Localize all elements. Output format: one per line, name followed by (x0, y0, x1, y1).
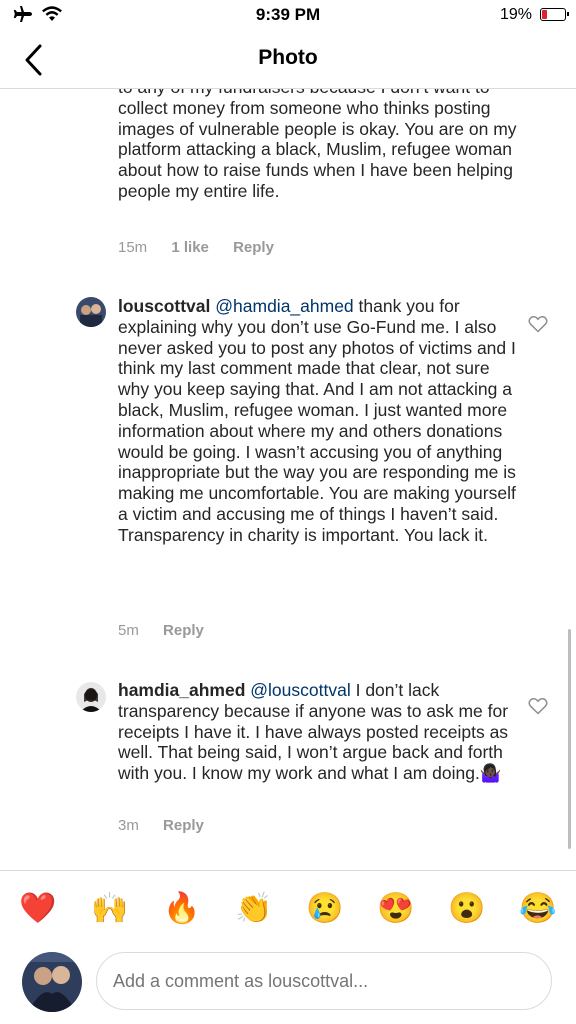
avatar[interactable] (76, 297, 106, 327)
scrollbar[interactable] (568, 629, 571, 849)
emoji-reaction-bar: ❤️ 🙌 🔥 👏 😢 😍 😮 😂 (0, 870, 576, 949)
comment-body: thank you for explaining why you don’t u… (118, 296, 516, 545)
comment-username[interactable]: louscottval (118, 296, 210, 316)
comment-time: 3m (118, 817, 139, 834)
comment-text: hamdia_ahmed @louscottval I don’t lack t… (118, 680, 518, 784)
reply-button[interactable]: Reply (233, 239, 274, 256)
emoji-surprised[interactable]: 😮 (448, 891, 485, 927)
comment-username[interactable]: hamdia_ahmed (118, 680, 245, 700)
status-bar: 9:39 PM 19% (0, 0, 576, 32)
emoji-clapping[interactable]: 👏 (235, 891, 272, 927)
emoji-crying[interactable]: 😢 (306, 891, 343, 927)
emoji-fire[interactable]: 🔥 (163, 891, 200, 927)
comment-text: to any of my fundraisers because I don’t… (118, 89, 518, 202)
user-avatar (22, 952, 82, 1012)
comment-meta: 3m Reply (118, 817, 224, 834)
page-title: Photo (258, 46, 318, 69)
heart-outline-icon[interactable] (528, 315, 548, 333)
status-time: 9:39 PM (255, 5, 321, 24)
comment-mention[interactable]: @hamdia_ahmed (215, 296, 353, 316)
comment-input[interactable] (96, 952, 552, 1010)
reply-button[interactable]: Reply (163, 622, 204, 639)
emoji-laughing[interactable]: 😂 (519, 891, 556, 927)
comment-text: louscottval @hamdia_ahmed thank you for … (118, 296, 518, 546)
emoji-heart-eyes[interactable]: 😍 (377, 891, 414, 927)
comment-meta: 15m 1 like Reply (118, 239, 294, 256)
avatar[interactable] (76, 682, 106, 712)
heart-outline-icon[interactable] (528, 697, 548, 715)
emoji-heart[interactable]: ❤️ (19, 891, 56, 927)
comment-composer (0, 948, 576, 1024)
comment-time: 5m (118, 622, 139, 639)
reply-button[interactable]: Reply (163, 817, 204, 834)
comment-body: to any of my fundraisers because I don’t… (118, 89, 517, 201)
emoji-raised-hands[interactable]: 🙌 (91, 891, 128, 927)
comments-list[interactable]: to any of my fundraisers because I don’t… (0, 89, 576, 869)
nav-bar: Photo (0, 32, 576, 89)
battery-icon (540, 8, 569, 21)
comment-meta: 5m Reply (118, 622, 224, 639)
comment-time: 15m (118, 239, 148, 256)
comment-likes[interactable]: 1 like (171, 239, 209, 256)
comment-mention[interactable]: @louscottval (250, 680, 350, 700)
battery-percent: 19% (499, 6, 532, 23)
